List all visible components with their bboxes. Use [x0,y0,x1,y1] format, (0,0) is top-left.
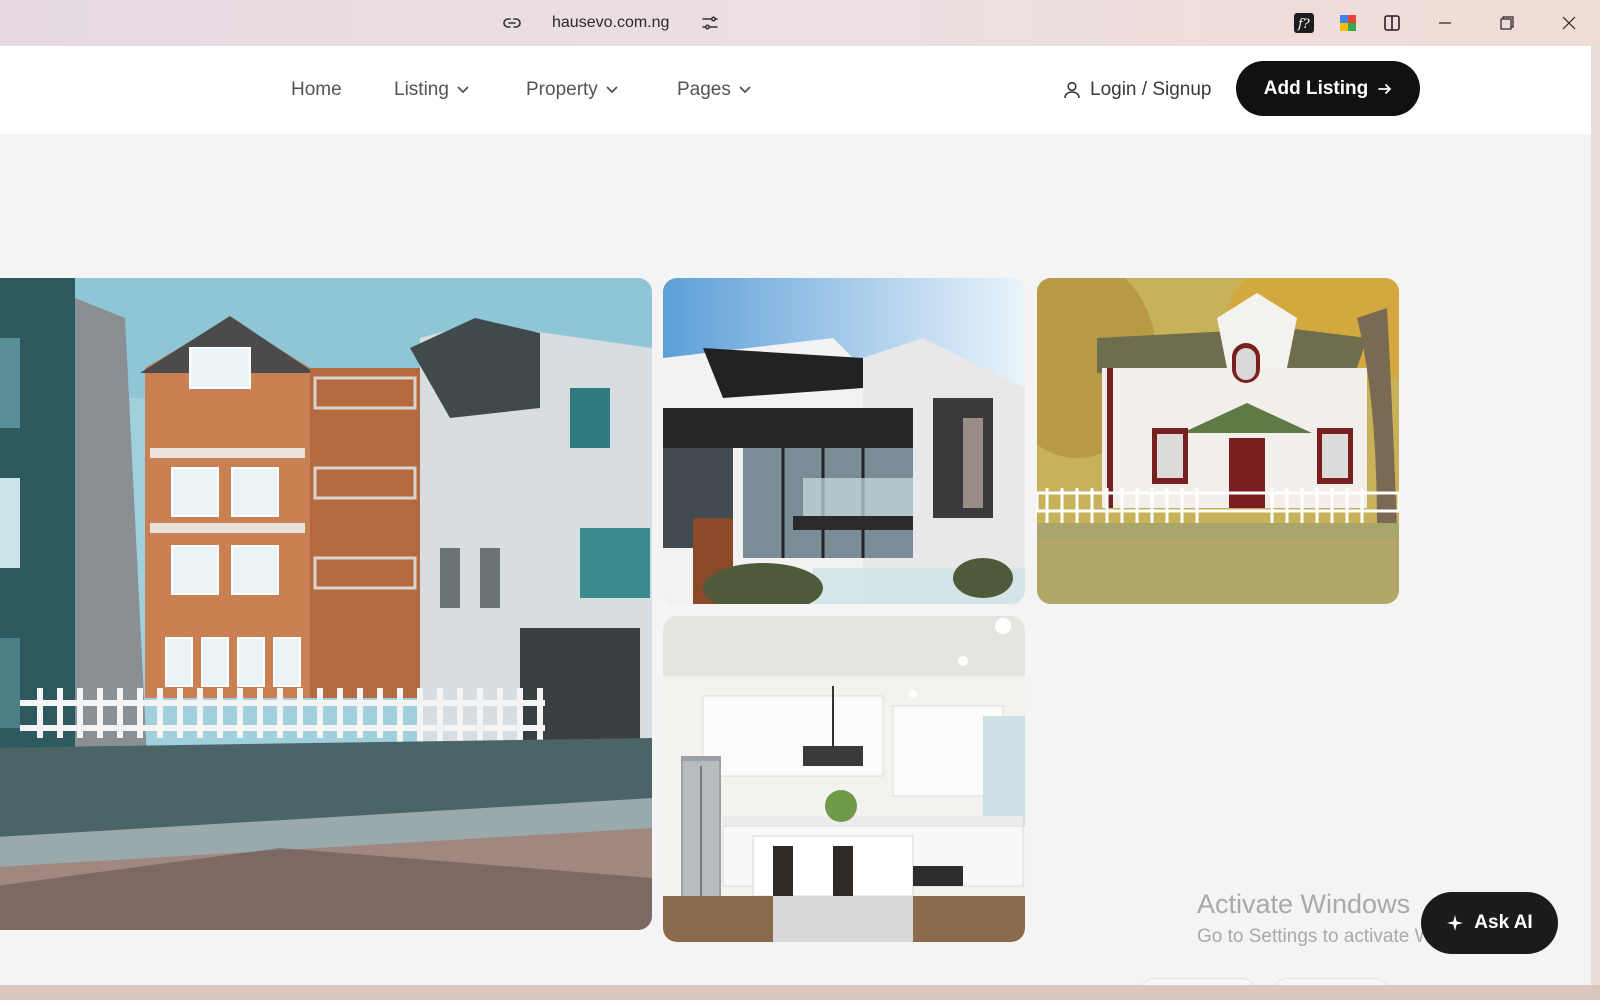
add-listing-label: Add Listing [1263,77,1369,99]
split-view-icon[interactable] [1380,11,1404,35]
pagination-bump [1140,978,1256,985]
pagination-bump [1273,978,1389,985]
browser-toolbar: hausevo.com.ng f? [0,0,1600,46]
add-listing-button[interactable]: Add Listing [1236,61,1420,116]
ask-ai-label: Ask AI [1474,912,1533,933]
chevron-down-icon [457,86,469,94]
white-cottage-photo[interactable] [1037,278,1399,604]
sparkle-icon [1447,915,1464,931]
window-controls: f? [1282,0,1600,46]
user-icon [1064,81,1080,99]
nav-home[interactable]: Home [291,76,342,104]
nav-pages-label: Pages [677,79,731,100]
nav-home-label: Home [291,79,342,100]
login-label: Login / Signup [1090,79,1212,100]
nav-property[interactable]: Property [526,76,618,104]
font-extension-icon[interactable]: f? [1292,11,1316,35]
chevron-down-icon [739,86,751,94]
nav-pages[interactable]: Pages [677,76,751,104]
address-bar[interactable]: hausevo.com.ng [500,10,721,36]
nav-listing[interactable]: Listing [394,76,469,104]
web-page: Home Listing Property Pages Login / Sign… [0,46,1591,985]
url-text[interactable]: hausevo.com.ng [552,14,669,32]
taskbar-strip [0,985,1600,1000]
nav-listing-label: Listing [394,79,449,100]
nav-property-label: Property [526,79,598,100]
login-signup-link[interactable]: Login / Signup [1062,76,1212,104]
minimize-icon[interactable] [1414,0,1476,46]
link-icon[interactable] [500,11,524,35]
svg-text:f?: f? [1297,17,1311,32]
arrow-right-icon [1378,83,1392,94]
chevron-down-icon [606,86,618,94]
kitchen-photo[interactable] [663,616,1025,942]
site-navbar: Home Listing Property Pages Login / Sign… [0,46,1591,134]
puzzle-extension-icon[interactable] [1336,11,1360,35]
restore-icon[interactable] [1476,0,1538,46]
tune-icon[interactable] [699,12,721,34]
street-houses-photo[interactable] [0,278,652,930]
ask-ai-button[interactable]: Ask AI [1421,892,1558,954]
modern-house-photo[interactable] [663,278,1025,604]
close-icon[interactable] [1538,0,1600,46]
